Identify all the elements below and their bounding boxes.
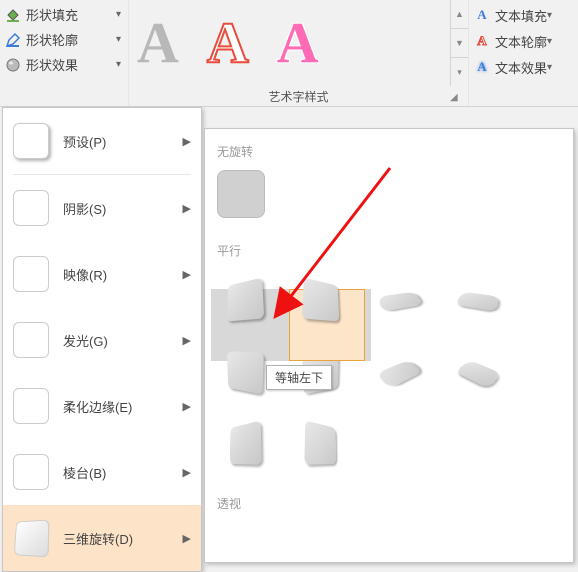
menu-item-soft-edges[interactable]: 柔化边缘(E) ▶ xyxy=(3,373,201,439)
text-effects-label: 文本效果 xyxy=(495,58,547,77)
section-perspective: 透视 xyxy=(205,487,573,518)
pen-outline-icon xyxy=(4,31,22,49)
chevron-right-icon: ▶ xyxy=(183,400,191,413)
dialog-launcher-icon[interactable]: ◢ xyxy=(450,92,462,104)
text-effects-icon: A xyxy=(473,58,491,76)
section-no-rotation: 无旋转 xyxy=(205,135,573,166)
preset-preview-icon xyxy=(13,123,49,159)
parallel-presets xyxy=(205,265,573,479)
chevron-down-icon: ▾ xyxy=(547,36,559,47)
chevron-right-icon: ▶ xyxy=(183,202,191,215)
shape-effects-button[interactable]: 形状效果 ▾ xyxy=(0,52,128,77)
ribbon-top: 形状填充 ▾ 形状轮廓 ▾ 形状效果 ▾ A A A ▲ xyxy=(0,0,578,107)
soft-edges-preview-icon xyxy=(13,388,49,424)
scroll-up-button[interactable]: ▲ xyxy=(451,0,468,29)
shadow-preview-icon xyxy=(13,190,49,226)
preset-iso-5[interactable] xyxy=(217,417,271,471)
preset-flat-1[interactable] xyxy=(373,273,427,327)
preset-flat-3[interactable] xyxy=(373,345,427,399)
effects-icon xyxy=(4,56,22,74)
text-fill-icon: A xyxy=(473,6,491,24)
shape-outline-button[interactable]: 形状轮廓 ▾ xyxy=(0,27,128,52)
chevron-right-icon: ▶ xyxy=(183,334,191,347)
menu-item-bevel[interactable]: 棱台(B) ▶ xyxy=(3,439,201,505)
wordart-panel: A A A ▲ ▼ ▾ 艺术字样式 ◢ xyxy=(129,0,468,106)
shape-fill-label: 形状填充 xyxy=(26,5,116,24)
preset-iso-3[interactable] xyxy=(217,345,271,399)
wordart-scroll: ▲ ▼ ▾ xyxy=(450,0,468,86)
scroll-down-button[interactable]: ▼ xyxy=(451,29,468,58)
chevron-right-icon: ▶ xyxy=(183,135,191,148)
chevron-right-icon: ▶ xyxy=(183,466,191,479)
menu-item-preset[interactable]: 预设(P) ▶ xyxy=(3,108,201,174)
shape-fill-button[interactable]: 形状填充 ▾ xyxy=(0,2,128,27)
wordart-gallery[interactable]: A A A xyxy=(129,0,450,86)
menu-item-shadow[interactable]: 阴影(S) ▶ xyxy=(3,175,201,241)
text-fill-label: 文本填充 xyxy=(495,6,547,25)
shape-format-panel: 形状填充 ▾ 形状轮廓 ▾ 形状效果 ▾ xyxy=(0,0,129,106)
preset-flat-4[interactable] xyxy=(451,345,505,399)
chevron-down-icon: ▾ xyxy=(547,62,559,73)
glow-preview-icon xyxy=(13,322,49,358)
preset-no-rotation[interactable] xyxy=(217,170,265,218)
paint-bucket-icon xyxy=(4,6,22,24)
text-format-panel: A 文本填充 ▾ A 文本轮廓 ▾ A 文本效果 ▾ xyxy=(468,0,578,106)
tooltip: 等轴左下 xyxy=(266,365,332,390)
menu-item-3d-rotation[interactable]: 三维旋转(D) ▶ xyxy=(3,505,201,571)
chevron-right-icon: ▶ xyxy=(183,268,191,281)
wordart-style-1[interactable]: A xyxy=(137,14,179,72)
chevron-down-icon: ▾ xyxy=(116,9,128,20)
preset-iso-6[interactable] xyxy=(295,417,349,471)
shape-effects-menu: 预设(P) ▶ 阴影(S) ▶ 映像(R) ▶ 发光(G) ▶ 柔化边缘(E) … xyxy=(2,107,202,572)
preset-iso-top-right[interactable] xyxy=(217,273,271,327)
shape-effects-label: 形状效果 xyxy=(26,55,116,74)
bevel-preview-icon xyxy=(13,454,49,490)
wordart-style-3[interactable]: A xyxy=(277,14,319,72)
menu-item-glow[interactable]: 发光(G) ▶ xyxy=(3,307,201,373)
preset-flat-2[interactable] xyxy=(451,273,505,327)
rotation-preview-icon xyxy=(14,519,50,557)
wordart-panel-title: 艺术字样式 ◢ xyxy=(129,86,468,106)
text-fill-button[interactable]: A 文本填充 ▾ xyxy=(473,2,574,28)
gallery-expand-button[interactable]: ▾ xyxy=(451,58,468,86)
shape-outline-label: 形状轮廓 xyxy=(26,30,116,49)
text-outline-label: 文本轮廓 xyxy=(495,32,547,51)
3d-rotation-submenu: 无旋转 平行 透视 xyxy=(204,128,574,563)
wordart-style-2[interactable]: A xyxy=(207,14,249,72)
chevron-down-icon: ▾ xyxy=(547,10,559,21)
section-parallel: 平行 xyxy=(205,234,573,265)
chevron-right-icon: ▶ xyxy=(183,532,191,545)
text-effects-button[interactable]: A 文本效果 ▾ xyxy=(473,54,574,80)
text-outline-button[interactable]: A 文本轮廓 ▾ xyxy=(473,28,574,54)
chevron-down-icon: ▾ xyxy=(116,34,128,45)
text-outline-icon: A xyxy=(473,32,491,50)
chevron-down-icon: ▾ xyxy=(116,59,128,70)
preset-iso-bottom-left[interactable] xyxy=(295,273,349,327)
reflection-preview-icon xyxy=(13,256,49,292)
menu-item-reflection[interactable]: 映像(R) ▶ xyxy=(3,241,201,307)
